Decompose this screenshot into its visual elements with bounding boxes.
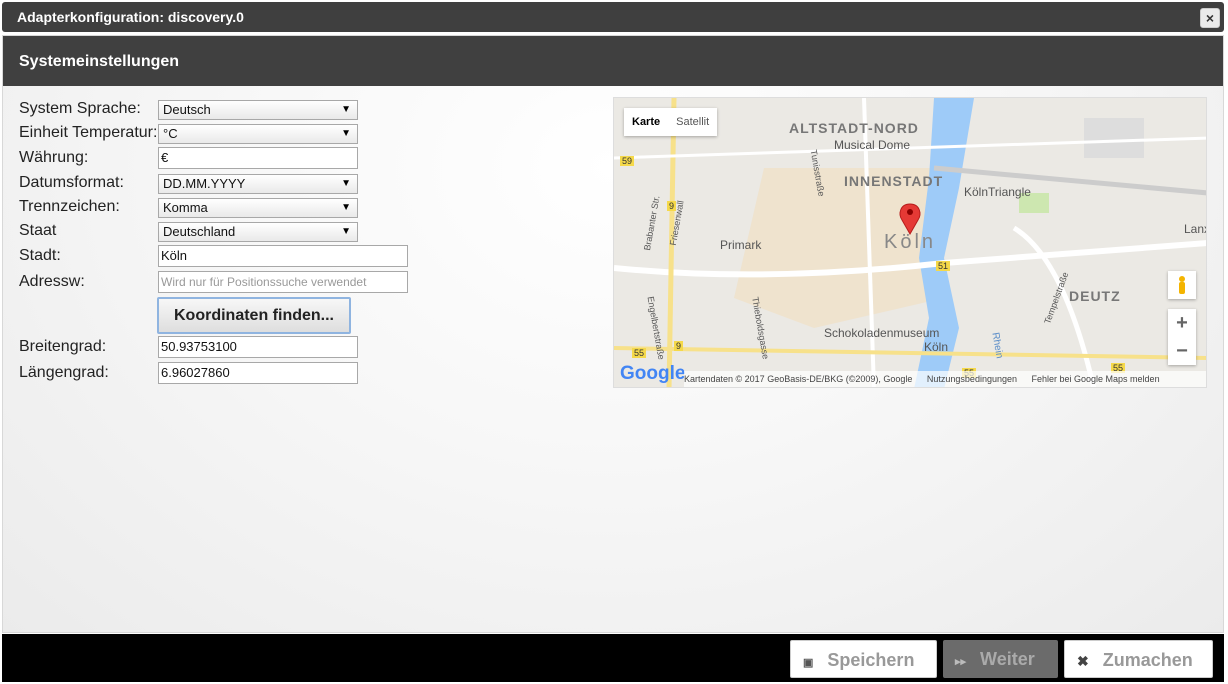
country-select[interactable]: Deutschland ▼	[158, 222, 358, 242]
pegman-glyph	[1179, 276, 1185, 294]
language-select[interactable]: Deutsch ▼	[158, 100, 358, 120]
floppy-disk-icon: ▣	[803, 657, 814, 669]
rail-yard	[1084, 118, 1144, 158]
map-attribution: Kartendaten © 2017 GeoBasis-DE/BKG (©200…	[684, 374, 913, 384]
google-logo: Google	[620, 363, 685, 385]
temp-unit-label: Einheit Temperatur:	[19, 124, 158, 141]
city-input[interactable]: Köln	[158, 245, 408, 267]
next-label: Weiter	[980, 649, 1035, 669]
close-button[interactable]: ✖ Zumachen	[1064, 640, 1213, 678]
zoom-control: + −	[1168, 309, 1196, 365]
longitude-input[interactable]: 6.96027860	[158, 362, 358, 384]
map-label-deutz: DEUTZ	[1069, 288, 1121, 304]
address-input[interactable]: Wird nur für Positionssuche verwendet	[158, 271, 408, 293]
chevron-down-icon: ▼	[341, 202, 351, 213]
country-label: Staat	[19, 222, 57, 239]
close-icon: ✖	[1077, 653, 1089, 669]
map-label-schokoladenmuseum: Schokoladenmuseum	[824, 326, 940, 340]
map-report-link[interactable]: Fehler bei Google Maps melden	[1032, 374, 1160, 384]
road-number-51: 51	[936, 261, 951, 271]
map-label-koelntriangle: KölnTriangle	[964, 185, 1031, 199]
separator-select[interactable]: Komma ▼	[158, 198, 358, 218]
save-button[interactable]: ▣ Speichern	[790, 640, 937, 678]
separator-value: Komma	[163, 200, 208, 215]
close-label: Zumachen	[1102, 650, 1193, 670]
currency-input[interactable]: €	[158, 147, 358, 169]
currency-label: Währung:	[19, 149, 89, 166]
road-number-55a: 55	[632, 348, 647, 358]
latitude-input[interactable]: 50.93753100	[158, 336, 358, 358]
longitude-label: Längengrad:	[19, 364, 109, 381]
date-format-label: Datumsformat:	[19, 174, 124, 191]
map-label-musical-dome: Musical Dome	[834, 138, 911, 152]
dialog-content: Systemeinstellungen System Sprache: Deut…	[2, 35, 1224, 633]
city-label: Stadt:	[19, 247, 61, 264]
section-title: Systemeinstellungen	[3, 36, 1223, 86]
map-label-innenstadt: INNENSTADT	[844, 173, 944, 189]
date-format-value: DD.MM.YYYY	[163, 176, 246, 191]
language-label: System Sprache:	[19, 100, 141, 117]
map-label-primark: Primark	[720, 238, 762, 252]
map-label-koeln: Köln	[884, 231, 937, 253]
road-number-9b: 9	[674, 341, 684, 351]
street-view-icon[interactable]	[1168, 271, 1196, 299]
dialog-footer: ▣ Speichern ▸▸ Weiter ✖ Zumachen	[2, 634, 1224, 682]
chevron-down-icon: ▼	[341, 178, 351, 189]
country-value: Deutschland	[163, 224, 236, 239]
google-logo-text: Google	[620, 363, 686, 384]
road-number-59: 59	[620, 156, 635, 166]
next-button[interactable]: ▸▸ Weiter	[943, 640, 1058, 678]
chevron-down-icon: ▼	[341, 128, 351, 139]
map-label-lanx: Lanx	[1184, 222, 1206, 236]
save-label: Speichern	[827, 650, 915, 670]
temp-unit-value: °C	[163, 126, 178, 141]
latitude-label: Breitengrad:	[19, 338, 107, 355]
window-titlebar: Adapterkonfiguration: discovery.0 ×	[2, 2, 1224, 32]
zoom-in-button[interactable]: +	[1168, 309, 1196, 337]
chevron-down-icon: ▼	[341, 104, 351, 115]
window-title: Adapterkonfiguration: discovery.0	[17, 9, 244, 25]
chevron-down-icon: ▼	[341, 226, 351, 237]
address-label: Adressw:	[19, 273, 85, 290]
zoom-out-button[interactable]: −	[1168, 337, 1196, 365]
map-label-schoko-koeln: Köln	[924, 340, 949, 354]
language-value: Deutsch	[163, 102, 211, 117]
map-attribution-bar: Kartendaten © 2017 GeoBasis-DE/BKG (©200…	[684, 371, 1206, 387]
map-type-satellit[interactable]: Satellit	[668, 108, 717, 136]
temp-unit-select[interactable]: °C ▼	[158, 124, 358, 144]
map-label-altstadt: ALTSTADT-NORD	[789, 120, 919, 136]
arrow-right-icon: ▸▸	[955, 656, 967, 668]
map-type-karte[interactable]: Karte	[624, 108, 668, 136]
find-coordinates-button[interactable]: Koordinaten finden...	[157, 297, 351, 334]
map-terms-link[interactable]: Nutzungsbedingungen	[927, 374, 1017, 384]
road-number-9a: 9	[667, 201, 677, 211]
location-map[interactable]: Karte Satellit ALTSTADT-NORD Musical Dom…	[613, 97, 1207, 388]
close-icon[interactable]: ×	[1200, 8, 1220, 28]
date-format-select[interactable]: DD.MM.YYYY ▼	[158, 174, 358, 194]
map-type-switcher: Karte Satellit	[624, 108, 718, 136]
separator-label: Trennzeichen:	[19, 198, 120, 215]
